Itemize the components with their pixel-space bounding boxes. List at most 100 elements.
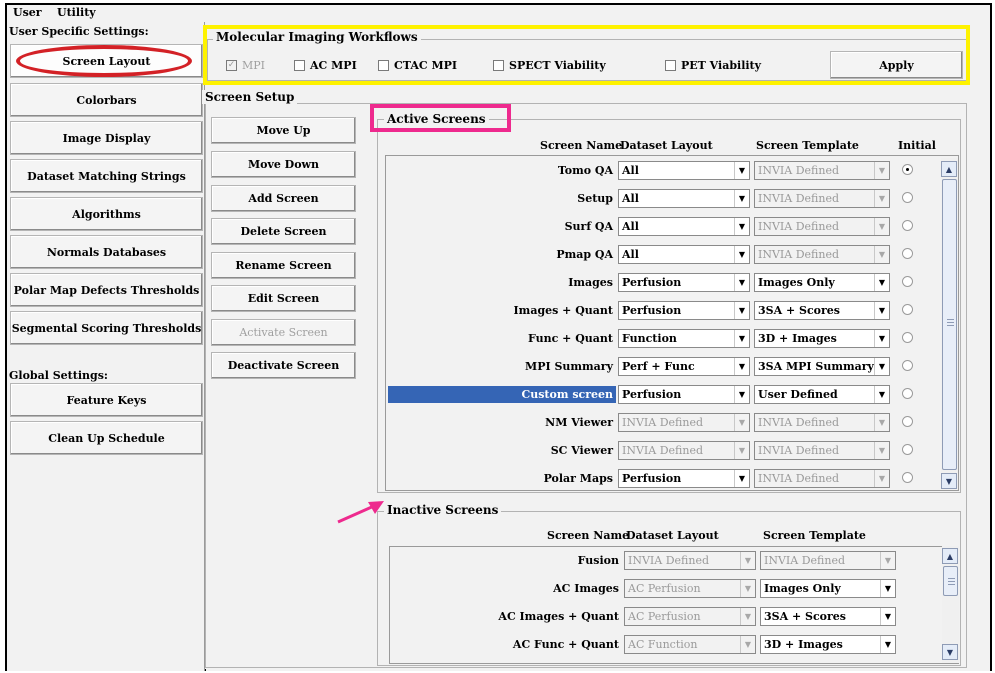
dataset-layout-dropdown[interactable]: AC Perfusion ▼ [624,579,756,598]
screen-name-cell[interactable]: AC Images + Quant [392,608,622,625]
screen-name-cell[interactable]: Fusion [392,552,622,569]
screen-name-cell[interactable]: Images [388,274,616,291]
apply-button[interactable]: Apply [830,51,963,79]
screen-template-dropdown[interactable]: INVIA Defined ▼ [754,469,890,488]
scroll-down-icon[interactable]: ▼ [941,473,957,489]
dataset-layout-dropdown[interactable]: INVIA Defined ▼ [618,413,750,432]
screen-name-cell[interactable]: Custom screen [388,386,616,403]
chevron-down-icon[interactable]: ▼ [734,330,749,347]
scroll-up-icon[interactable]: ▲ [941,161,957,177]
initial-radio[interactable] [902,276,913,287]
screen-template-dropdown[interactable]: 3SA MPI Summary ▼ [754,357,890,376]
checkbox-mpi[interactable]: ✓ MPI [226,59,265,72]
checkbox-ac-mpi[interactable]: AC MPI [294,59,357,72]
screen-name-cell[interactable]: Polar Maps [388,470,616,487]
scroll-thumb[interactable] [943,566,958,596]
initial-radio[interactable] [902,220,913,231]
screen-name-cell[interactable]: Surf QA [388,218,616,235]
chevron-down-icon[interactable]: ▼ [874,218,889,235]
move-up-button[interactable]: Move Up [211,117,356,144]
screen-name-cell[interactable]: AC Func + Quant [392,636,622,653]
scroll-thumb[interactable] [942,179,957,470]
initial-radio[interactable] [902,416,913,427]
chevron-down-icon[interactable]: ▼ [734,414,749,431]
activate-screen-button[interactable]: Activate Screen [211,319,356,346]
initial-radio[interactable] [902,248,913,259]
nav-screen-layout[interactable]: Screen Layout [10,44,203,78]
active-scrollbar[interactable]: ▲ ▼ [941,158,958,489]
chevron-down-icon[interactable]: ▼ [874,330,889,347]
delete-screen-button[interactable]: Delete Screen [211,218,356,245]
initial-radio[interactable] [902,472,913,483]
dataset-layout-dropdown[interactable]: INVIA Defined ▼ [624,551,756,570]
chevron-down-icon[interactable]: ▼ [874,414,889,431]
chevron-down-icon[interactable]: ▼ [874,162,889,179]
screen-template-dropdown[interactable]: INVIA Defined ▼ [754,161,890,180]
screen-name-cell[interactable]: Func + Quant [388,330,616,347]
chevron-down-icon[interactable]: ▼ [734,358,749,375]
chevron-down-icon[interactable]: ▼ [880,608,895,625]
chevron-down-icon[interactable]: ▼ [734,162,749,179]
chevron-down-icon[interactable]: ▼ [874,470,889,487]
screen-name-cell[interactable]: Images + Quant [388,302,616,319]
chevron-down-icon[interactable]: ▼ [740,636,755,653]
chevron-down-icon[interactable]: ▼ [734,218,749,235]
chevron-down-icon[interactable]: ▼ [874,246,889,263]
dataset-layout-dropdown[interactable]: All ▼ [618,189,750,208]
screen-template-dropdown[interactable]: 3D + Images ▼ [760,635,896,654]
screen-template-dropdown[interactable]: 3SA + Scores ▼ [760,607,896,626]
chevron-down-icon[interactable]: ▼ [874,358,889,375]
screen-name-cell[interactable]: AC Images [392,580,622,597]
nav-normals-databases[interactable]: Normals Databases [10,235,203,269]
screen-name-cell[interactable]: Pmap QA [388,246,616,263]
chevron-down-icon[interactable]: ▼ [880,580,895,597]
screen-template-dropdown[interactable]: INVIA Defined ▼ [754,189,890,208]
chevron-down-icon[interactable]: ▼ [740,552,755,569]
scroll-down-icon[interactable]: ▼ [942,644,958,660]
chevron-down-icon[interactable]: ▼ [874,274,889,291]
edit-screen-button[interactable]: Edit Screen [211,285,356,312]
dataset-layout-dropdown[interactable]: Perfusion ▼ [618,385,750,404]
initial-radio[interactable] [902,192,913,203]
chevron-down-icon[interactable]: ▼ [740,580,755,597]
dataset-layout-dropdown[interactable]: INVIA Defined ▼ [618,441,750,460]
dataset-layout-dropdown[interactable]: AC Perfusion ▼ [624,607,756,626]
screen-template-dropdown[interactable]: INVIA Defined ▼ [754,441,890,460]
chevron-down-icon[interactable]: ▼ [874,302,889,319]
nav-segmental-scoring-thresholds[interactable]: Segmental Scoring Thresholds [10,311,203,345]
dataset-layout-dropdown[interactable]: All ▼ [618,245,750,264]
screen-template-dropdown[interactable]: INVIA Defined ▼ [754,217,890,236]
initial-radio[interactable] [902,332,913,343]
nav-algorithms[interactable]: Algorithms [10,197,203,231]
dataset-layout-dropdown[interactable]: All ▼ [618,217,750,236]
rename-screen-button[interactable]: Rename Screen [211,252,356,279]
dataset-layout-dropdown[interactable]: All ▼ [618,161,750,180]
chevron-down-icon[interactable]: ▼ [874,190,889,207]
screen-name-cell[interactable]: Setup [388,190,616,207]
chevron-down-icon[interactable]: ▼ [880,636,895,653]
chevron-down-icon[interactable]: ▼ [874,386,889,403]
dataset-layout-dropdown[interactable]: Perfusion ▼ [618,273,750,292]
chevron-down-icon[interactable]: ▼ [734,302,749,319]
initial-radio[interactable] [902,444,913,455]
initial-radio[interactable] [902,360,913,371]
screen-template-dropdown[interactable]: 3D + Images ▼ [754,329,890,348]
menu-user[interactable]: User [13,6,42,19]
deactivate-screen-button[interactable]: Deactivate Screen [211,352,356,379]
chevron-down-icon[interactable]: ▼ [734,442,749,459]
scroll-up-icon[interactable]: ▲ [942,548,958,564]
nav-image-display[interactable]: Image Display [10,121,203,155]
screen-template-dropdown[interactable]: Images Only ▼ [754,273,890,292]
move-down-button[interactable]: Move Down [211,151,356,178]
screen-template-dropdown[interactable]: INVIA Defined ▼ [754,245,890,264]
screen-name-cell[interactable]: MPI Summary [388,358,616,375]
screen-template-dropdown[interactable]: INVIA Defined ▼ [760,551,896,570]
checkbox-spect-viability[interactable]: SPECT Viability [493,59,606,72]
initial-radio[interactable] [902,388,913,399]
chevron-down-icon[interactable]: ▼ [734,470,749,487]
nav-dataset-matching-strings[interactable]: Dataset Matching Strings [10,159,203,193]
chevron-down-icon[interactable]: ▼ [874,442,889,459]
add-screen-button[interactable]: Add Screen [211,185,356,212]
chevron-down-icon[interactable]: ▼ [740,608,755,625]
checkbox-pet-viability[interactable]: PET Viability [665,59,761,72]
